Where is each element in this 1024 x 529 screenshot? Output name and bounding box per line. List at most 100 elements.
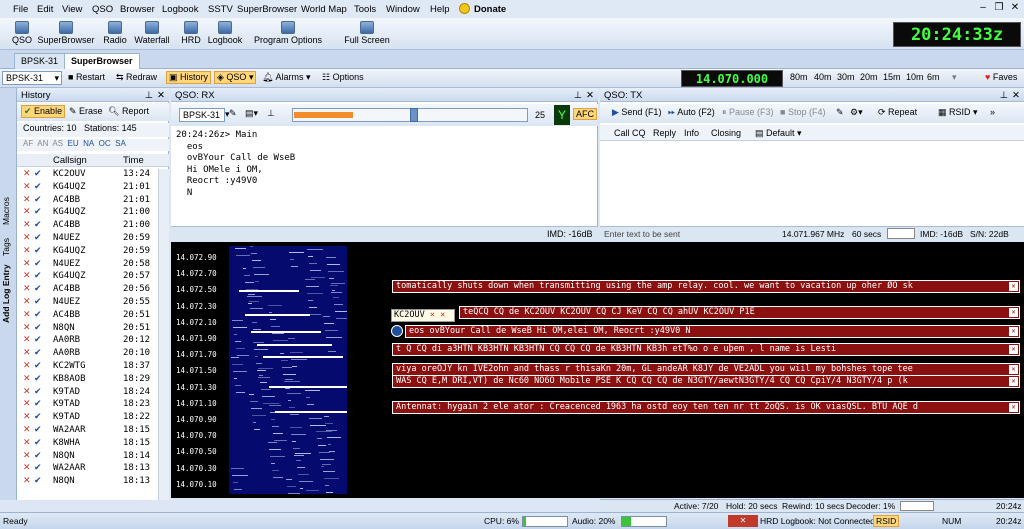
table-row[interactable]: ✕ ✔ N4UEZ 20:58 xyxy=(17,259,157,272)
tx-clear-icon[interactable]: ✎ xyxy=(836,107,844,118)
delete-icon[interactable]: ✕ xyxy=(23,399,31,409)
delete-icon[interactable]: ✕ xyxy=(23,233,31,243)
alarms-button[interactable]: 🔔︎ Alarms ▾ xyxy=(262,72,310,83)
table-row[interactable]: ✕ ✔ KG4UQZ 21:01 xyxy=(17,182,157,195)
table-row[interactable]: ✕ ✔ WA2AAR 18:15 xyxy=(17,425,157,438)
menu-edit[interactable]: Edit xyxy=(37,4,53,15)
menu-file[interactable]: File xyxy=(13,4,28,15)
check-icon[interactable]: ✔ xyxy=(34,207,42,217)
rx-mode-select[interactable]: BPSK-31 xyxy=(179,108,225,122)
table-row[interactable]: ✕ ✔ KC2OUV 13:24 xyxy=(17,169,157,182)
more-icon[interactable]: ▾ xyxy=(952,72,957,83)
close-icon[interactable]: ✕ xyxy=(1009,365,1018,374)
table-row[interactable]: ✕ ✔ K8WHA 18:15 xyxy=(17,438,157,451)
col-callsign[interactable]: Callsign xyxy=(53,155,87,166)
table-row[interactable]: ✕ ✔ N8QN 18:14 xyxy=(17,451,157,464)
close-icon[interactable]: ✕ xyxy=(1009,403,1018,412)
check-icon[interactable]: ✔ xyxy=(34,182,42,192)
check-icon[interactable]: ✔ xyxy=(34,361,42,371)
waterfall-display[interactable] xyxy=(229,246,347,494)
rsid-indicator[interactable]: RSID xyxy=(873,515,900,527)
table-row[interactable]: ✕ ✔ KG4UQZ 21:00 xyxy=(17,207,157,220)
restore-icon[interactable]: ❐ xyxy=(993,2,1005,14)
close-icon[interactable]: ✕ xyxy=(1009,327,1018,336)
more-icon[interactable]: » xyxy=(990,107,995,117)
closing-macro[interactable]: Closing xyxy=(711,128,741,138)
band-10m[interactable]: 10m xyxy=(906,72,924,82)
default-macro-set[interactable]: ▤ Default ▾ xyxy=(755,128,802,139)
band-80m[interactable]: 80m xyxy=(790,72,808,82)
faves-button[interactable]: ♥ Faves xyxy=(985,72,1017,82)
table-row[interactable]: ✕ ✔ KG4UQZ 20:57 xyxy=(17,271,157,284)
menu-view[interactable]: View xyxy=(62,4,82,15)
tuning-fork-icon[interactable]: Y xyxy=(554,105,570,125)
decoded-message[interactable]: teQCQ CQ de KC2OUV KC2OUV CQ CJ KeV CQ C… xyxy=(459,306,1020,319)
superbrowser-waterfall[interactable]: 14.072.90 14.072.70 14.072.50 14.072.30 14.0… xyxy=(171,242,1024,498)
table-row[interactable]: ✕ ✔ KB8AOB 18:29 xyxy=(17,374,157,387)
afc-toggle[interactable]: AFC xyxy=(573,108,597,120)
delete-icon[interactable]: ✕ xyxy=(23,271,31,281)
delete-icon[interactable]: ✕ xyxy=(23,182,31,192)
restart-button[interactable]: ■ Restart xyxy=(68,72,105,82)
delete-icon[interactable]: ✕ xyxy=(23,374,31,384)
check-icon[interactable]: ✔ xyxy=(34,451,42,461)
table-row[interactable]: ✕ ✔ AA0RB 20:12 xyxy=(17,335,157,348)
table-row[interactable]: ✕ ✔ N8QN 18:13 xyxy=(17,476,157,489)
band-40m[interactable]: 40m xyxy=(814,72,832,82)
close-icon[interactable]: ✕ xyxy=(1009,2,1021,14)
rx-options-icon[interactable]: ▤▾ xyxy=(245,108,258,119)
delete-icon[interactable]: ✕ xyxy=(23,310,31,320)
history-toggle[interactable]: ▣ History xyxy=(166,71,212,84)
continent-an[interactable]: AN xyxy=(37,139,48,148)
close-icon[interactable]: ✕ xyxy=(1009,377,1018,386)
menu-world-map[interactable]: World Map xyxy=(301,4,347,15)
delete-icon[interactable]: ✕ xyxy=(23,323,31,333)
pause-button[interactable]: ⏸︎ Pause (F3) xyxy=(722,107,774,118)
send-button[interactable]: ▶ Send (F1) xyxy=(612,107,661,118)
check-icon[interactable]: ✔ xyxy=(34,425,42,435)
delete-icon[interactable]: ✕ xyxy=(23,284,31,294)
delete-icon[interactable]: ✕ xyxy=(23,412,31,422)
table-row[interactable]: ✕ ✔ K9TAD 18:24 xyxy=(17,387,157,400)
check-icon[interactable]: ✔ xyxy=(34,348,42,358)
delete-icon[interactable]: ✕ xyxy=(23,207,31,217)
delete-icon[interactable]: ✕ xyxy=(23,195,31,205)
squelch-thumb[interactable] xyxy=(410,108,418,122)
minimize-icon[interactable]: – xyxy=(977,2,989,14)
logbook-button[interactable]: Logbook xyxy=(206,21,244,45)
check-icon[interactable]: ✔ xyxy=(34,195,42,205)
pin-icon[interactable]: ⊥ xyxy=(1000,90,1008,101)
side-tab-tags[interactable]: Tags xyxy=(1,235,16,259)
table-row[interactable]: ✕ ✔ N4UEZ 20:59 xyxy=(17,233,157,246)
tab-superbrowser[interactable]: SuperBrowser xyxy=(64,53,140,69)
delete-icon[interactable]: ✕ xyxy=(23,220,31,230)
globe-icon[interactable] xyxy=(391,325,403,337)
close-icon[interactable]: ✕ ✕ xyxy=(430,310,445,320)
rx-pin-icon[interactable]: ⊥ xyxy=(267,108,275,119)
close-icon[interactable]: ✕ xyxy=(157,90,165,101)
delete-icon[interactable]: ✕ xyxy=(23,476,31,486)
check-icon[interactable]: ✔ xyxy=(34,323,42,333)
erase-button[interactable]: ✎ Erase xyxy=(69,106,103,117)
side-tab-macros[interactable]: Macros xyxy=(1,193,16,229)
pin-icon[interactable]: ⊥ xyxy=(145,90,153,101)
menu-sstv[interactable]: SSTV xyxy=(208,4,233,15)
tab-bpsk31[interactable]: BPSK-31 xyxy=(14,53,66,69)
decoded-message[interactable]: t Q CQ di a3HTN KB3HTN KB3HTN CQ CQ CQ d… xyxy=(392,343,1020,356)
delete-icon[interactable]: ✕ xyxy=(23,246,31,256)
check-icon[interactable]: ✔ xyxy=(34,220,42,230)
continent-eu[interactable]: EU xyxy=(68,139,79,148)
radio-button[interactable]: Radio xyxy=(101,21,129,45)
continent-oc[interactable]: OC xyxy=(99,139,111,148)
continent-af[interactable]: AF xyxy=(23,139,33,148)
delete-icon[interactable]: ✕ xyxy=(23,451,31,461)
check-icon[interactable]: ✔ xyxy=(34,169,42,179)
callsign-tag[interactable]: KC2OUV ✕ ✕ xyxy=(391,309,455,322)
close-icon[interactable]: ✕ xyxy=(1009,345,1018,354)
check-icon[interactable]: ✔ xyxy=(34,374,42,384)
delete-icon[interactable]: ✕ xyxy=(23,387,31,397)
decoded-message[interactable]: tomatically shuts down when transmitting… xyxy=(392,280,1020,293)
menu-tools[interactable]: Tools xyxy=(354,4,376,15)
delete-icon[interactable]: ✕ xyxy=(23,335,31,345)
decoded-message[interactable]: Antennat: hygain 2 ele ator : Creacenced… xyxy=(392,401,1020,414)
